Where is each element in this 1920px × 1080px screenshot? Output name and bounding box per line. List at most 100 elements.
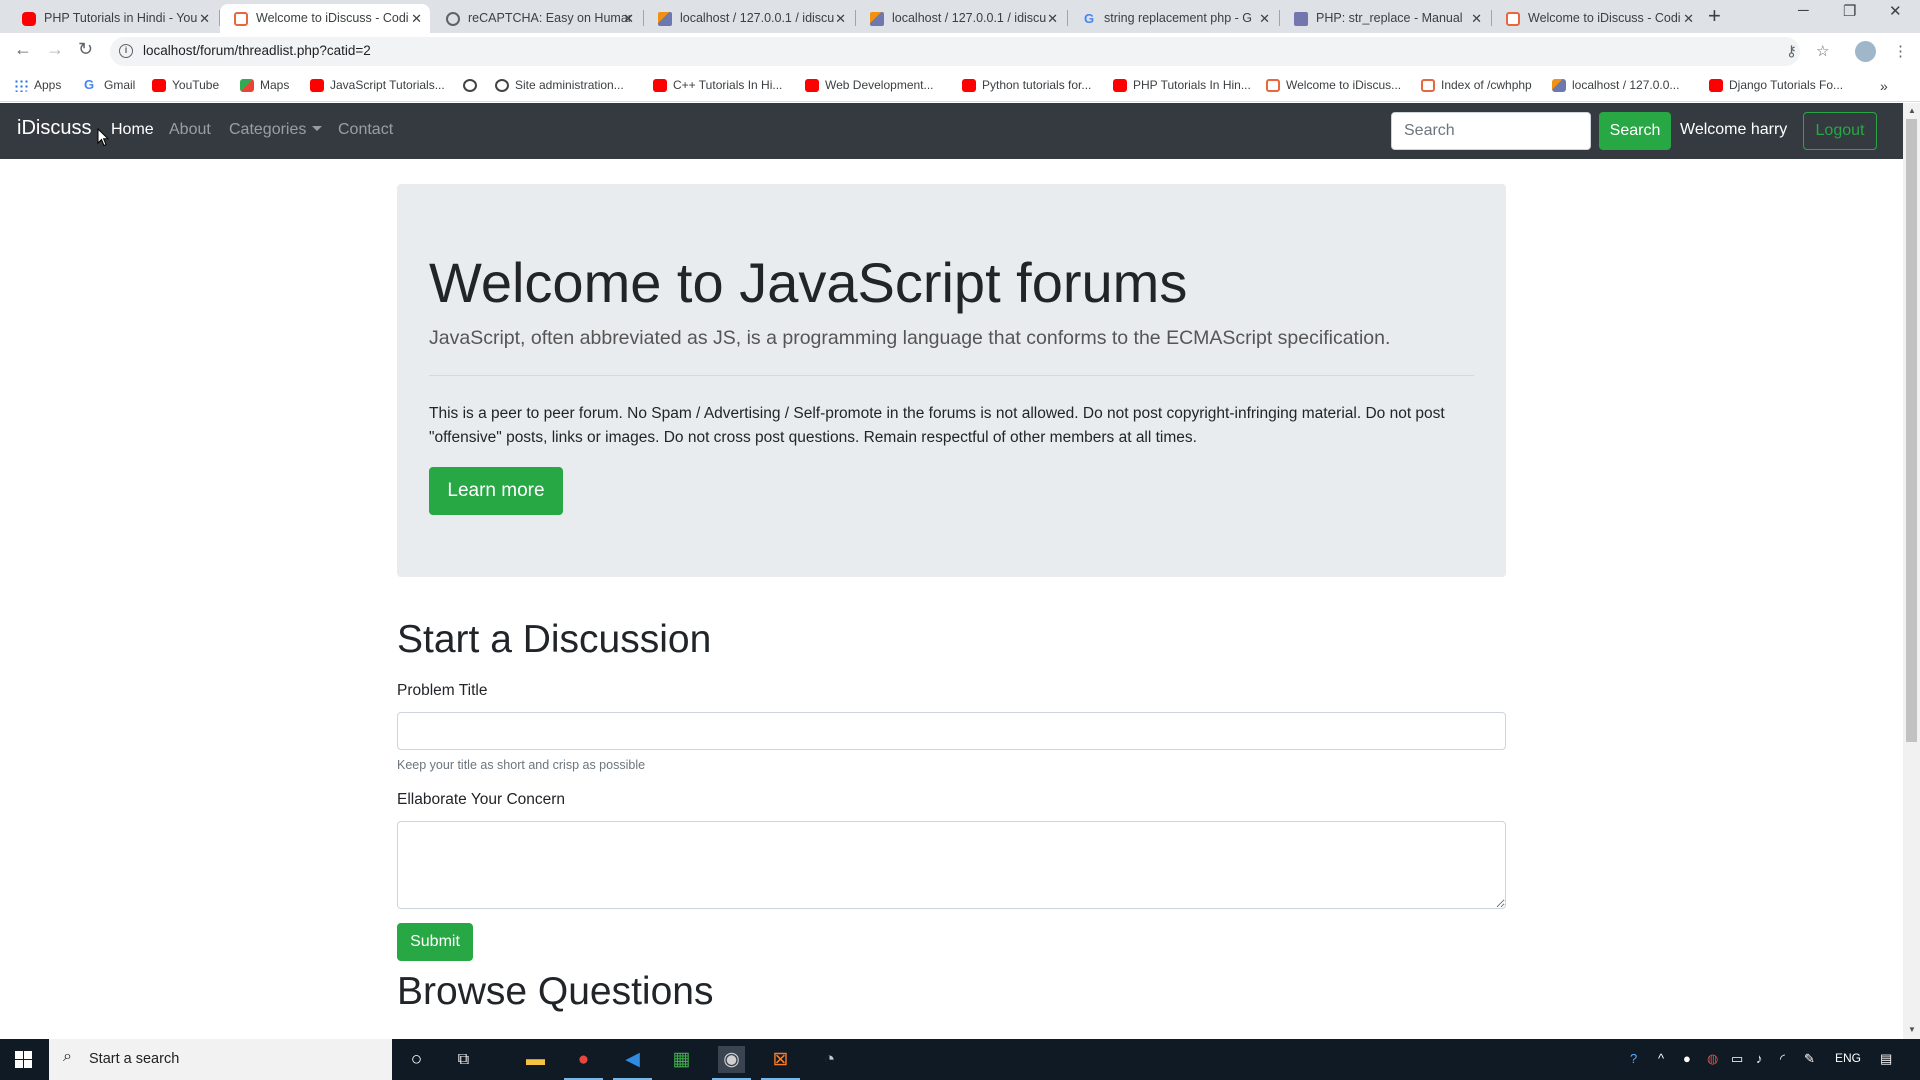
star-icon[interactable]: ☆ — [1816, 42, 1829, 60]
youtube-icon — [962, 79, 976, 92]
bookmark-django-tutorials[interactable]: Django Tutorials Fo... — [1709, 78, 1843, 92]
globe-icon — [463, 79, 477, 92]
back-icon[interactable]: ← — [14, 39, 32, 60]
globe-icon — [446, 12, 460, 26]
windows-start-icon[interactable] — [15, 1051, 32, 1068]
scroll-down-icon[interactable]: ▼ — [1908, 1025, 1916, 1034]
learn-more-button[interactable]: Learn more — [429, 467, 563, 515]
bookmark-welcome-idiscuss[interactable]: Welcome to iDiscus... — [1266, 78, 1401, 92]
reload-icon[interactable]: ↻ — [78, 39, 93, 60]
close-tab-icon[interactable]: ✕ — [1259, 4, 1270, 33]
network-icon[interactable]: ◜ — [1780, 1051, 1785, 1067]
close-tab-icon[interactable]: ✕ — [1471, 4, 1482, 33]
taskbar-search-placeholder: Start a search — [89, 1051, 180, 1067]
tab-php-manual[interactable]: PHP: str_replace - Manual ✕ — [1280, 4, 1490, 33]
windows-taskbar: ⌕ Start a search ○ ⧉ ▬ ● ◀ ▦ ◉ ⊠ ◔ ? ^ ●… — [0, 1039, 1920, 1080]
browser-toolbar: ← → ↻ i localhost/forum/threadlist.php?c… — [0, 33, 1920, 70]
close-tab-icon[interactable]: ✕ — [199, 4, 210, 33]
tab-idiscuss-active[interactable]: Welcome to iDiscuss - Codi ✕ — [220, 4, 430, 33]
site-search-button[interactable]: Search — [1599, 112, 1671, 150]
bookmark-maps[interactable]: Maps — [240, 78, 289, 92]
nav-categories-dropdown[interactable]: Categories — [229, 121, 323, 139]
menu-dots-icon[interactable]: ⋮ — [1893, 42, 1908, 60]
tab-title: localhost / 127.0.0.1 / idiscu — [680, 11, 835, 25]
logout-button[interactable]: Logout — [1803, 112, 1877, 150]
nav-about[interactable]: About — [169, 121, 211, 139]
phpmyadmin-icon — [658, 12, 672, 26]
site-brand[interactable]: iDiscuss — [17, 117, 91, 140]
bookmark-javascript-tutorials[interactable]: JavaScript Tutorials... — [310, 78, 445, 92]
page-scrollbar[interactable]: ▲ ▼ — [1903, 103, 1920, 1039]
concern-textarea[interactable] — [397, 821, 1506, 909]
tab-phpmyadmin-1[interactable]: localhost / 127.0.0.1 / idiscu ✕ — [644, 4, 854, 33]
key-icon[interactable]: ⚷ — [1786, 42, 1797, 60]
close-window-icon[interactable]: ✕ — [1889, 2, 1902, 20]
volume-icon[interactable]: ♪ — [1756, 1051, 1763, 1066]
bookmark-php-tutorials[interactable]: PHP Tutorials In Hin... — [1113, 78, 1251, 92]
new-tab-icon[interactable]: + — [1708, 3, 1721, 29]
youtube-icon — [310, 79, 324, 92]
battery-icon[interactable]: ▭ — [1731, 1051, 1743, 1067]
close-tab-icon[interactable]: ✕ — [623, 4, 634, 33]
file-explorer-icon[interactable]: ▬ — [522, 1046, 549, 1073]
chevron-up-icon[interactable]: ^ — [1658, 1051, 1664, 1066]
microphone-icon[interactable]: ● — [1683, 1051, 1691, 1066]
nav-contact[interactable]: Contact — [338, 121, 393, 139]
bookmark-gmail[interactable]: G Gmail — [84, 78, 135, 92]
close-tab-icon[interactable]: ✕ — [1047, 4, 1058, 33]
url-text: localhost/forum/threadlist.php?catid=2 — [143, 43, 371, 58]
help-icon[interactable]: ? — [1630, 1051, 1637, 1066]
bookmark-python-tutorials[interactable]: Python tutorials for... — [962, 78, 1091, 92]
tab-idiscuss-2[interactable]: Welcome to iDiscuss - Codi ✕ — [1492, 4, 1702, 33]
close-tab-icon[interactable]: ✕ — [835, 4, 846, 33]
code-icon — [1266, 79, 1280, 92]
cortana-icon[interactable]: ○ — [403, 1046, 430, 1073]
browser-tab-strip: PHP Tutorials in Hindi - You ✕ Welcome t… — [0, 0, 1920, 33]
language-indicator[interactable]: ENG — [1835, 1051, 1861, 1065]
chrome-active-icon[interactable]: ◉ — [712, 1046, 751, 1080]
search-icon: ⌕ — [63, 1048, 72, 1065]
close-tab-icon[interactable]: ✕ — [411, 4, 422, 33]
tab-recaptcha[interactable]: reCAPTCHA: Easy on Humar ✕ — [432, 4, 642, 33]
nav-home[interactable]: Home — [111, 121, 154, 139]
bookmark-localhost[interactable]: localhost / 127.0.0... — [1552, 78, 1679, 92]
submit-button[interactable]: Submit — [397, 923, 473, 961]
task-view-icon[interactable]: ⧉ — [450, 1046, 477, 1073]
youtube-icon — [805, 79, 819, 92]
tab-title: Welcome to iDiscuss - Codi — [256, 11, 409, 25]
site-search-input[interactable] — [1391, 112, 1591, 150]
tab-php-tutorials[interactable]: PHP Tutorials in Hindi - You ✕ — [8, 4, 218, 33]
bookmark-youtube[interactable]: YouTube — [152, 78, 219, 92]
scroll-up-icon[interactable]: ▲ — [1908, 106, 1916, 115]
bookmark-web-development[interactable]: Web Development... — [805, 78, 934, 92]
problem-title-input[interactable] — [397, 712, 1506, 750]
globe-icon — [495, 79, 509, 92]
chrome-icon[interactable]: ● — [564, 1046, 603, 1080]
more-bookmarks-icon[interactable]: » — [1880, 78, 1888, 94]
tab-title: reCAPTCHA: Easy on Humar — [468, 11, 632, 25]
code-icon — [1421, 79, 1435, 92]
bookmark-cpp-tutorials[interactable]: C++ Tutorials In Hi... — [653, 78, 782, 92]
minimize-icon[interactable]: ─ — [1798, 2, 1809, 19]
tab-phpmyadmin-2[interactable]: localhost / 127.0.0.1 / idiscu ✕ — [856, 4, 1066, 33]
bookmark-apps[interactable]: Apps — [14, 78, 61, 92]
bookmark-site-administration[interactable]: Site administration... — [495, 78, 624, 92]
address-bar[interactable]: i localhost/forum/threadlist.php?catid=2 — [110, 37, 1800, 66]
notifications-icon[interactable]: ▤ — [1880, 1051, 1892, 1067]
bookmark-index-cwhphp[interactable]: Index of /cwhphp — [1421, 78, 1532, 92]
forward-icon[interactable]: → — [46, 39, 64, 60]
taskbar-search-box[interactable]: ⌕ Start a search — [49, 1039, 392, 1080]
antivirus-icon[interactable]: ◍ — [1707, 1051, 1718, 1067]
restore-icon[interactable]: ❐ — [1843, 2, 1856, 20]
google-icon: G — [1083, 11, 1095, 26]
profile-avatar[interactable] — [1855, 41, 1876, 62]
obs-icon[interactable]: ◔ — [816, 1046, 843, 1073]
xampp-icon[interactable]: ⊠ — [761, 1046, 800, 1080]
info-icon[interactable]: i — [119, 44, 133, 58]
vscode-icon[interactable]: ◀ — [613, 1046, 652, 1080]
close-tab-icon[interactable]: ✕ — [1683, 4, 1694, 33]
pen-icon[interactable]: ✎ — [1804, 1051, 1815, 1067]
spreadsheet-icon[interactable]: ▦ — [668, 1046, 695, 1073]
scrollbar-thumb[interactable] — [1906, 119, 1917, 742]
tab-google-search[interactable]: G string replacement php - G ✕ — [1068, 4, 1278, 33]
